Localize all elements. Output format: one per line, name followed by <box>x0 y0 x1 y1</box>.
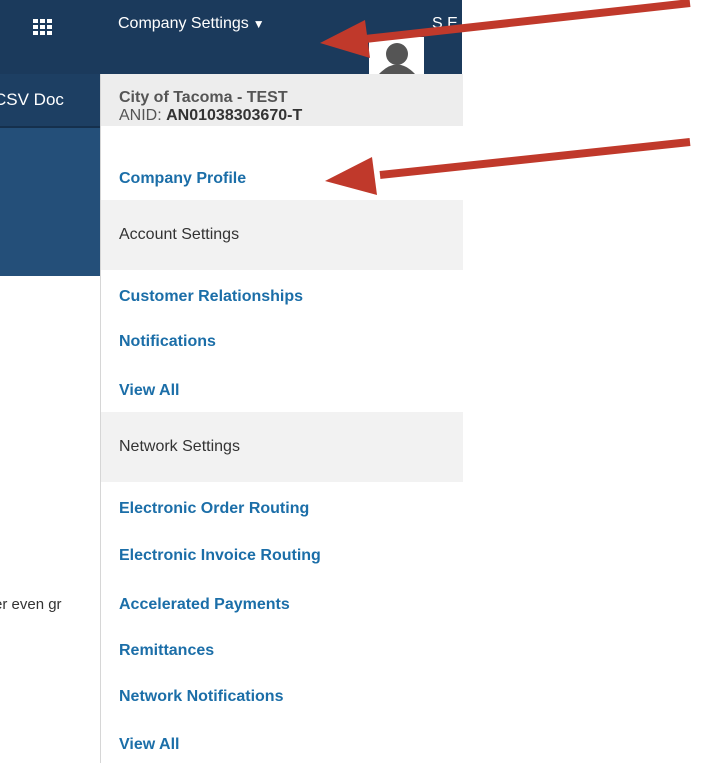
arrow-to-company-settings <box>320 0 691 58</box>
arrow-to-company-profile <box>325 138 691 195</box>
annotation-arrows <box>320 0 691 195</box>
